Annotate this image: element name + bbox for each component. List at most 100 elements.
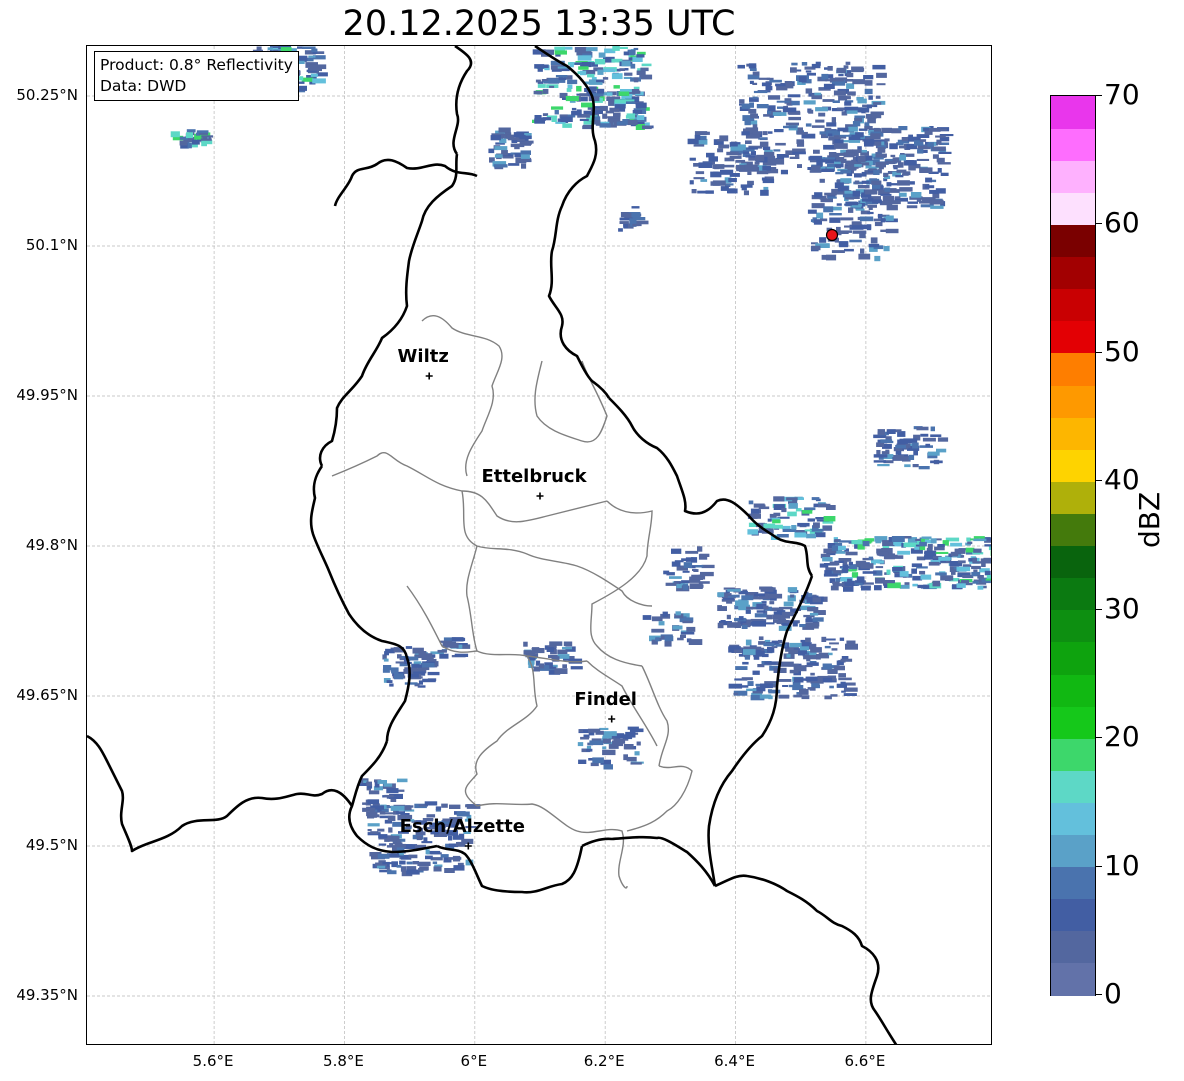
echo-cell xyxy=(956,566,971,572)
echo-cell xyxy=(675,611,681,616)
echo-cell xyxy=(422,678,436,683)
echo-cell xyxy=(868,95,873,100)
echo-cell xyxy=(562,646,572,650)
echo-cell xyxy=(597,88,605,94)
echo-cell xyxy=(930,426,935,432)
echo-cell xyxy=(845,551,858,556)
echo-cell xyxy=(782,685,788,687)
echo-cell xyxy=(397,654,402,659)
echo-cell xyxy=(861,171,867,176)
echo-cell xyxy=(924,555,933,560)
echo-cell xyxy=(810,672,815,676)
echo-cell xyxy=(904,536,912,539)
echo-cell xyxy=(805,123,812,127)
longitude-label: 6.6°E xyxy=(844,1052,886,1070)
echo-cell xyxy=(378,834,388,839)
echo-cell xyxy=(807,518,815,522)
echo-cell xyxy=(887,582,901,589)
echo-cell xyxy=(180,140,188,144)
echo-cell xyxy=(811,125,825,128)
echo-cell xyxy=(914,546,920,550)
echo-cell xyxy=(533,666,540,672)
colorbar-segment xyxy=(1051,384,1095,418)
echo-cell xyxy=(379,811,386,815)
echo-cell xyxy=(819,178,825,183)
echo-cell xyxy=(578,729,584,733)
echo-cell xyxy=(772,519,781,524)
echo-cell xyxy=(935,572,947,576)
echo-cell xyxy=(664,640,672,647)
echo-cell xyxy=(411,664,422,668)
echo-cell xyxy=(428,658,437,662)
echo-cell xyxy=(370,831,379,834)
echo-cell xyxy=(774,524,783,529)
echo-cell xyxy=(874,255,881,262)
echo-cell xyxy=(838,73,844,77)
echo-cell xyxy=(844,101,852,106)
echo-cell xyxy=(576,85,582,92)
echo-cell xyxy=(760,189,769,196)
country-border xyxy=(452,46,473,155)
echo-cell xyxy=(808,109,814,114)
echo-cell xyxy=(938,151,952,154)
echo-cell xyxy=(852,121,861,127)
echo-cell xyxy=(872,199,882,204)
echo-cell xyxy=(597,69,604,75)
colorbar-tick-label: 0 xyxy=(1104,977,1122,1010)
echo-cell xyxy=(397,778,408,783)
echo-cell xyxy=(871,180,882,185)
echo-cell xyxy=(916,158,930,161)
echo-cell xyxy=(389,683,394,687)
echo-cell xyxy=(787,511,797,517)
colorbar-segment xyxy=(1051,770,1095,803)
echo-cell xyxy=(897,550,911,555)
echo-cell xyxy=(899,571,909,577)
echo-cell xyxy=(827,66,833,71)
echo-cell xyxy=(985,578,991,581)
echo-cell xyxy=(857,185,870,189)
echo-cell xyxy=(930,434,942,437)
echo-cell xyxy=(871,113,882,119)
echo-cell xyxy=(873,102,882,105)
echo-cell xyxy=(558,77,567,81)
echo-cell xyxy=(788,116,801,121)
echo-cell xyxy=(574,62,586,65)
echo-cell xyxy=(849,239,862,243)
canton-boundary xyxy=(641,665,669,767)
echo-cell xyxy=(754,161,760,165)
echo-cell xyxy=(971,565,981,570)
echo-cell xyxy=(603,764,613,770)
echo-cell xyxy=(421,662,435,668)
echo-cell xyxy=(451,637,464,642)
echo-cell xyxy=(743,190,749,196)
echo-cell xyxy=(776,100,790,103)
echo-cell xyxy=(773,149,781,152)
echo-cell xyxy=(822,557,833,562)
data-source-label: Data: DWD xyxy=(100,77,187,95)
colorbar-segment xyxy=(1051,641,1095,675)
echo-cell xyxy=(454,653,469,657)
echo-cell xyxy=(825,159,834,164)
echo-cell xyxy=(856,97,864,101)
colorbar-tick-label: 30 xyxy=(1104,591,1140,625)
echo-cell xyxy=(759,141,769,147)
city-label: Findel xyxy=(574,689,637,710)
echo-cell xyxy=(493,164,508,168)
echo-cell xyxy=(928,561,940,566)
echo-cell xyxy=(404,682,418,685)
colorbar-tick-label: 10 xyxy=(1104,848,1140,882)
echo-cell xyxy=(686,626,696,632)
echo-cell xyxy=(449,804,461,809)
echo-cell xyxy=(531,648,545,654)
echo-cell xyxy=(830,585,839,591)
echo-cell xyxy=(735,164,746,170)
echo-cell xyxy=(624,99,635,102)
echo-cell xyxy=(833,161,841,165)
longitude-label: 6°E xyxy=(460,1052,488,1070)
echo-cell xyxy=(623,744,634,750)
echo-cell xyxy=(847,126,858,132)
echo-cell xyxy=(793,694,803,698)
echo-cell xyxy=(807,209,817,214)
country-border xyxy=(309,465,411,742)
echo-cell xyxy=(687,138,699,145)
